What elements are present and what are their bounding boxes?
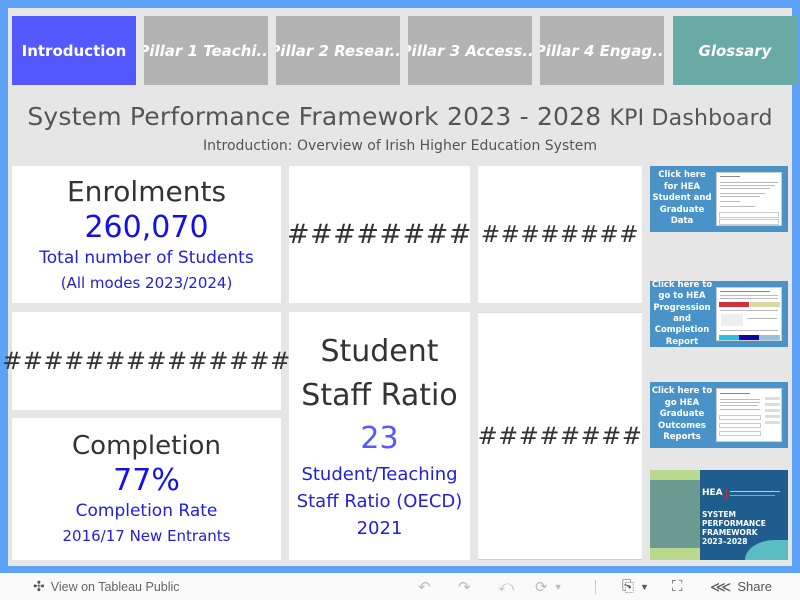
hea-logo: HEA (702, 488, 723, 498)
tab-introduction[interactable]: Introduction (12, 16, 136, 85)
tab-pillar-2-research[interactable]: Pillar 2 Resear... (276, 16, 400, 85)
refresh-dropdown-icon: ▼ (553, 581, 563, 592)
tab-glossary[interactable]: Glossary (673, 16, 797, 85)
completion-sub: 2016/17 New Entrants (62, 526, 231, 545)
enrolments-desc: Total number of Students (39, 248, 254, 269)
tableau-toolbar: ✣ View on Tableau Public ↶ ↷ ⤺ ⟳ ▼ ⎘ ▼ ⛶… (0, 573, 800, 600)
kpi-card-overflow-4: ######## (478, 312, 642, 560)
page-title-suffix: KPI Dashboard (609, 106, 773, 131)
share-icon: ⋘ (710, 578, 732, 596)
share-label: Share (737, 579, 773, 594)
student-data-thumbnail (716, 172, 782, 226)
ratio-desc-line-3: 2021 (356, 517, 403, 539)
overflow-value-1: ######## (287, 219, 472, 250)
revert-button[interactable]: ⤺ (498, 578, 514, 595)
link-text-progression: Click here to go to HEA Progression and … (651, 279, 713, 347)
completion-title: Completion (72, 430, 221, 461)
view-on-tableau-public-link[interactable]: ✣ View on Tableau Public (33, 578, 180, 595)
cover-green-band (650, 470, 700, 560)
redo-button[interactable]: ↷ (458, 578, 471, 596)
tab-pillar-3-access[interactable]: Pillar 3 Access... (408, 16, 532, 85)
view-on-tableau-public-label: View on Tableau Public (50, 579, 180, 594)
enrolments-value: 260,070 (84, 209, 209, 245)
download-icon: ⎘ (622, 578, 635, 595)
enrolments-title: Enrolments (66, 174, 227, 208)
student-staff-ratio-card: Student Staff Ratio 23 Student/Teaching … (289, 312, 470, 560)
kpi-card-overflow-2: ######## (478, 166, 642, 303)
tab-pillar-1-teaching[interactable]: Pillar 1 Teachi... (144, 16, 268, 85)
link-text-graduate-outcomes: Click here to go HEA Graduate Outcomes R… (651, 386, 713, 443)
dashboard-panel: Introduction Pillar 1 Teachi... Pillar 2… (2, 8, 797, 566)
ratio-title-line-1: Student (320, 334, 439, 370)
dashboard-frame: Introduction Pillar 1 Teachi... Pillar 2… (0, 0, 800, 570)
revert-icon: ⤺ (498, 578, 515, 595)
kpi-card-overflow-3: ############## (2, 312, 290, 410)
ratio-value: 23 (360, 421, 399, 457)
link-text-student-data: Click here for HEA Student and Graduate … (652, 170, 712, 227)
hea-student-graduate-data-link[interactable]: Click here for HEA Student and Graduate … (650, 166, 788, 232)
overflow-value-3: ############## (2, 347, 291, 375)
enrolments-card: Enrolments 260,070 Total number of Stude… (12, 166, 281, 303)
enrolments-sub: (All modes 2023/2024) (60, 273, 233, 292)
system-performance-framework-tile[interactable]: HEA SYSTEM PERFORMANCE FRAMEWORK 2023–20… (650, 470, 788, 560)
completion-value: 77% (113, 462, 180, 498)
ratio-desc-line-1: Student/Teaching (301, 463, 458, 485)
tab-pillar-4-engagement[interactable]: Pillar 4 Engag... (540, 16, 664, 85)
hea-graduate-outcomes-reports-link[interactable]: Click here to go HEA Graduate Outcomes R… (650, 382, 788, 448)
refresh-button[interactable]: ⟳ ▼ (535, 578, 563, 596)
redo-icon: ↷ (458, 578, 471, 596)
undo-button[interactable]: ↶ (418, 578, 431, 596)
ratio-title-line-2: Staff Ratio (301, 377, 458, 413)
page-title-main: System Performance Framework 2023 - 2028 (27, 102, 602, 131)
download-dropdown-icon: ▼ (640, 581, 649, 592)
overflow-value-2: ######## (480, 221, 640, 248)
framework-title: SYSTEM PERFORMANCE FRAMEWORK 2023–2028 (702, 510, 766, 546)
kpi-card-overflow-1: ######## (287, 166, 472, 303)
progression-report-thumbnail (716, 287, 782, 341)
completion-desc: Completion Rate (75, 501, 218, 522)
fullscreen-button[interactable]: ⛶ (672, 578, 683, 595)
tableau-logo-icon: ✣ (33, 578, 45, 594)
undo-icon: ↶ (418, 578, 431, 596)
toolbar-divider (595, 580, 596, 594)
cover-bottom-strip (650, 548, 700, 560)
refresh-icon: ⟳ (535, 578, 548, 596)
hea-progression-completion-report-link[interactable]: Click here to go to HEA Progression and … (650, 279, 788, 347)
ratio-desc-line-2: Staff Ratio (OECD) (296, 490, 463, 512)
hea-logo-divider (726, 489, 727, 499)
completion-card: Completion 77% Completion Rate 2016/17 N… (12, 418, 281, 560)
page-subtitle: Introduction: Overview of Irish Higher E… (203, 138, 597, 154)
page-title: System Performance Framework 2023 - 2028… (8, 102, 792, 131)
overflow-value-4: ######## (477, 422, 643, 450)
fullscreen-icon: ⛶ (672, 578, 683, 595)
cover-top-strip (650, 470, 700, 480)
share-button[interactable]: ⋘ Share (710, 578, 772, 596)
graduate-outcomes-thumbnail (716, 388, 782, 442)
download-button[interactable]: ⎘ ▼ (622, 578, 649, 595)
